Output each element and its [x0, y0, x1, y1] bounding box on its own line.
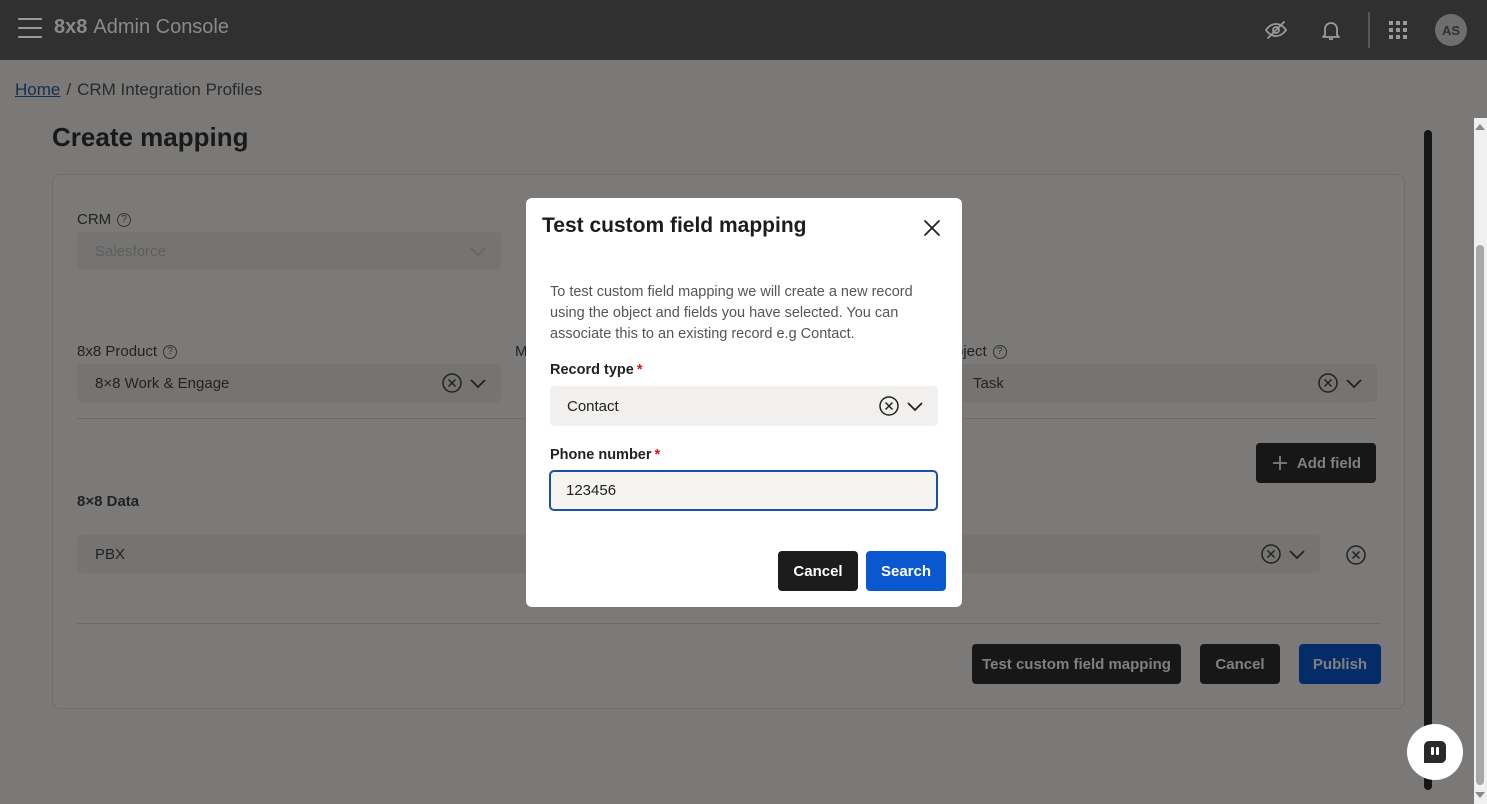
brand-logo: 8x8	[54, 16, 88, 38]
search-button[interactable]: Search	[866, 551, 946, 591]
bell-icon[interactable]	[1319, 18, 1343, 42]
phone-number-label: Phone number *	[550, 447, 661, 463]
dialog-cancel-button[interactable]: Cancel	[778, 551, 858, 591]
top-bar: 8x8 Admin Console AS	[0, 0, 1487, 60]
visibility-off-icon[interactable]	[1264, 18, 1288, 42]
dialog-description: To test custom field mapping we will cre…	[550, 284, 913, 342]
brand-name: Admin Console	[93, 16, 229, 38]
phone-number-input[interactable]	[549, 470, 938, 511]
required-marker: *	[654, 447, 661, 463]
record-type-value: Contact	[567, 397, 619, 415]
scroll-down-arrow[interactable]	[1475, 792, 1485, 798]
menu-icon[interactable]	[18, 18, 42, 40]
brand[interactable]: 8x8 Admin Console	[54, 16, 229, 39]
chat-button[interactable]	[1407, 724, 1463, 780]
apps-grid-icon[interactable]	[1386, 18, 1410, 42]
chevron-down-icon	[907, 402, 923, 412]
scrollbar-thumb[interactable]	[1476, 245, 1484, 785]
dialog-title: Test custom field mapping	[542, 214, 807, 237]
test-mapping-dialog: Test custom field mapping To test custom…	[526, 198, 962, 607]
chat-icon	[1424, 741, 1446, 763]
record-type-select[interactable]: Contact	[550, 386, 938, 426]
required-marker: *	[636, 362, 643, 378]
topbar-divider	[1368, 12, 1370, 48]
avatar[interactable]: AS	[1435, 14, 1467, 46]
record-type-label: Record type *	[550, 362, 643, 378]
close-icon[interactable]	[921, 217, 943, 239]
clear-icon[interactable]	[878, 395, 900, 417]
scroll-up-arrow[interactable]	[1475, 124, 1485, 130]
